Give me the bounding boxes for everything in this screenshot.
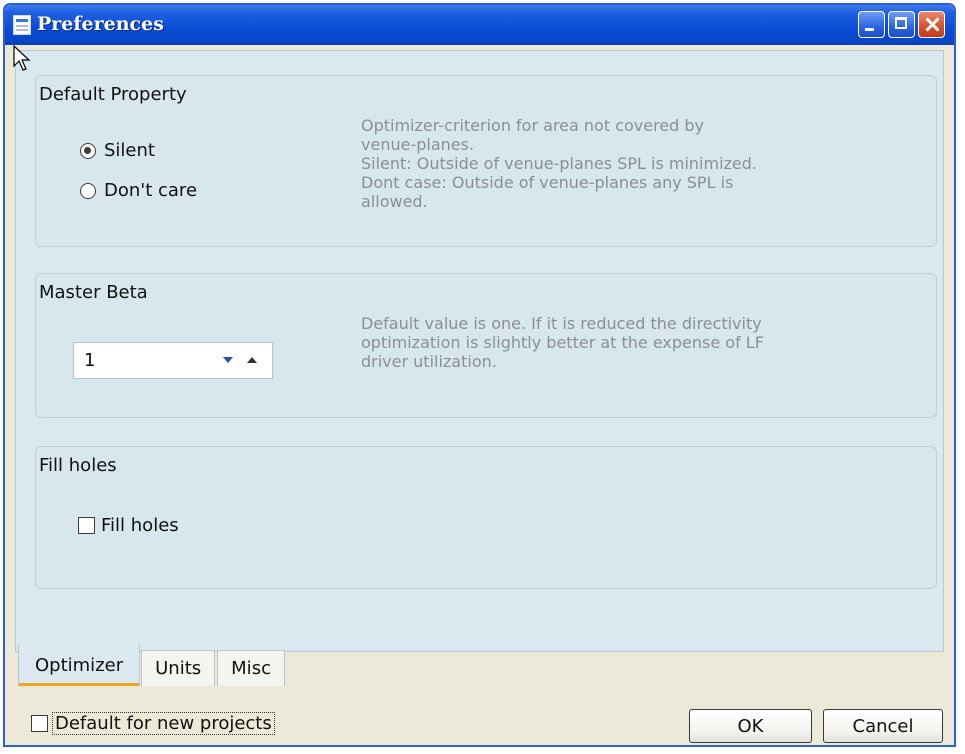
group-title-default-property: Default Property — [39, 84, 187, 105]
default-property-group: Default Property Silent Don't care Optim… — [35, 75, 937, 247]
fill-holes-checkbox-row[interactable]: Fill holes — [78, 515, 179, 536]
tab-units[interactable]: Units — [141, 650, 216, 686]
chevron-down-icon[interactable] — [223, 357, 233, 363]
radio-button-selected[interactable] — [80, 142, 96, 159]
description-line: Default value is one. If it is reduced t… — [361, 314, 762, 333]
chevron-up-icon[interactable] — [247, 357, 257, 363]
close-icon[interactable] — [918, 11, 945, 38]
tab-misc[interactable]: Misc — [217, 650, 285, 686]
title-bar[interactable]: Preferences — [5, 5, 954, 45]
optimizer-panel: Default Property Silent Don't care Optim… — [15, 50, 944, 652]
master-beta-value[interactable]: 1 — [84, 350, 95, 371]
ok-button[interactable]: OK — [689, 709, 812, 743]
default-property-description: Optimizer-criterion for area not covered… — [361, 116, 757, 211]
description-line: Optimizer-criterion for area not covered… — [361, 116, 705, 135]
default-for-new-projects-row[interactable]: Default for new projects — [31, 712, 275, 735]
tab-bar: Optimizer Units Misc — [18, 644, 287, 686]
group-title-fill-holes: Fill holes — [39, 455, 117, 476]
dialog-footer: Default for new projects OK Cancel — [5, 695, 954, 745]
default-for-new-projects-checkbox[interactable] — [31, 715, 48, 732]
cancel-button[interactable]: Cancel — [823, 709, 943, 743]
master-beta-group: Master Beta 1 Default value is one. If i… — [35, 273, 937, 418]
radio-dont-care[interactable]: Don't care — [80, 180, 197, 201]
default-for-new-projects-label: Default for new projects — [52, 712, 275, 735]
fill-holes-checkbox[interactable] — [78, 517, 95, 534]
window-title: Preferences — [37, 13, 164, 35]
group-title-master-beta: Master Beta — [39, 282, 148, 303]
radio-label-silent: Silent — [104, 140, 155, 161]
document-icon — [13, 15, 31, 35]
maximize-icon[interactable] — [888, 11, 915, 38]
master-beta-description: Default value is one. If it is reduced t… — [361, 314, 764, 371]
radio-silent[interactable]: Silent — [80, 140, 155, 161]
description-line: driver utilization. — [361, 352, 497, 371]
description-line: Dont case: Outside of venue-planes any S… — [361, 173, 734, 192]
tab-optimizer[interactable]: Optimizer — [18, 644, 141, 686]
fill-holes-label: Fill holes — [101, 515, 179, 536]
minimize-icon[interactable] — [858, 11, 885, 38]
mouse-pointer-icon — [13, 45, 31, 71]
description-line: Silent: Outside of venue-planes SPL is m… — [361, 154, 757, 173]
radio-button[interactable] — [80, 182, 96, 199]
master-beta-spinner[interactable]: 1 — [73, 342, 273, 379]
description-line: venue-planes. — [361, 135, 475, 154]
description-line: optimization is slightly better at the e… — [361, 333, 764, 352]
preferences-window: Preferences Default Property Silent Don'… — [3, 3, 956, 747]
description-line: allowed. — [361, 192, 428, 211]
radio-label-dont-care: Don't care — [104, 180, 198, 201]
fill-holes-group: Fill holes Fill holes — [35, 446, 937, 589]
